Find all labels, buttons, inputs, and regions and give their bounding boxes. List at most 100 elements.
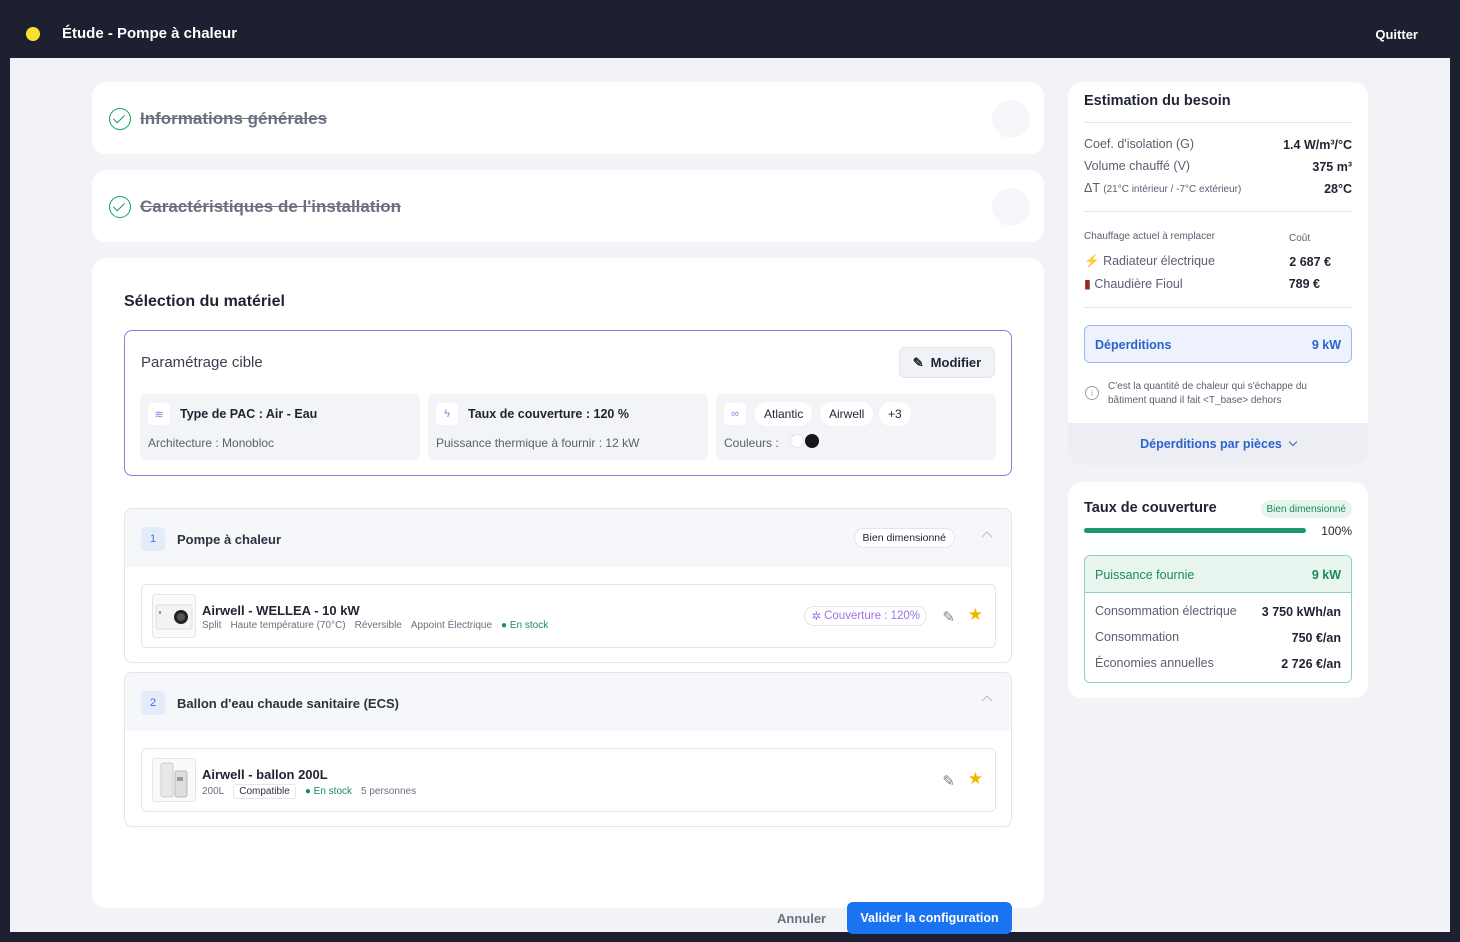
heating-cost: 789 €	[1288, 277, 1320, 291]
step-action-button[interactable]	[992, 100, 1030, 138]
delta-t-label: ΔT (21°C intérieur / -7°C extérieur)	[1084, 181, 1242, 195]
heat-pump-group: 1 Pompe à chaleur Bien dimensionné Airwe…	[124, 508, 1012, 663]
status-badge: Bien dimensionné	[853, 528, 955, 548]
info-icon: i	[1085, 386, 1099, 400]
star-icon[interactable]: ★	[968, 605, 983, 625]
consumption-value: 750 €/an	[1291, 631, 1341, 645]
product-card[interactable]: Airwell - WELLEA - 10 kW Split Haute tem…	[141, 584, 996, 648]
chevron-up-icon[interactable]	[981, 531, 993, 543]
modify-button[interactable]: ✎ Modifier	[899, 347, 995, 378]
deperditions-by-room-toggle[interactable]: Déperditions par pièces	[1068, 423, 1368, 465]
target-settings-panel: Paramétrage cible ✎ Modifier ≋ Type de P…	[124, 330, 1012, 476]
coverage-rate-tile: ϟ Taux de couverture : 120 % Puissance t…	[428, 394, 708, 460]
top-bar: Étude - Pompe à chaleur Quitter	[0, 0, 1460, 58]
toggle-label: Déperditions par pièces	[1140, 437, 1282, 451]
color-swatch-black[interactable]	[805, 434, 819, 448]
power-header: Puissance fournie 9 kW	[1085, 556, 1351, 593]
volume-label: Volume chauffé (V)	[1084, 159, 1191, 173]
brands-tile: ∞ Atlantic Airwell +3 Couleurs :	[716, 394, 996, 460]
divider	[1084, 122, 1352, 123]
quit-button[interactable]: Quitter	[1375, 27, 1418, 42]
group-header[interactable]: 2 Ballon d'eau chaude sanitaire (ECS)	[125, 673, 1011, 731]
edit-icon[interactable]: ✎	[942, 772, 955, 790]
section-title: Sélection du matériel	[124, 293, 285, 310]
water-heater-group: 2 Ballon d'eau chaude sanitaire (ECS) Ai…	[124, 672, 1012, 827]
needs-estimate-card: Estimation du besoin Coef. d'isolation (…	[1068, 82, 1368, 465]
delta-t-value: 28°C	[1324, 182, 1352, 196]
cost-header: Coût	[1289, 233, 1311, 244]
stock-status: ● En stock	[501, 620, 549, 631]
coverage-label: Couverture : 120%	[824, 610, 920, 622]
equipment-selection-card: Sélection du matériel Paramétrage cible …	[92, 258, 1044, 934]
heating-cost: 2 687 €	[1289, 255, 1331, 269]
step-title: Caractéristiques de l'installation	[140, 197, 402, 216]
insulation-label: Coef. d'isolation (G)	[1084, 137, 1195, 151]
brand-more-pill[interactable]: +3	[879, 402, 911, 426]
chevron-up-icon[interactable]	[981, 695, 993, 707]
insulation-value: 1.4 W/m³/°C	[1283, 138, 1352, 152]
product-tag: Réversible	[354, 620, 402, 631]
step-action-button[interactable]	[992, 188, 1030, 226]
savings-value: 2 726 €/an	[1281, 657, 1341, 671]
pac-type-tile: ≋ Type de PAC : Air - Eau Architecture :…	[140, 394, 420, 460]
chevron-down-icon	[1288, 437, 1298, 447]
validate-button[interactable]: Valider la configuration	[847, 902, 1012, 934]
page-title: Étude - Pompe à chaleur	[62, 25, 238, 42]
heating-header: Chauffage actuel à remplacer	[1084, 231, 1216, 242]
divider	[1084, 211, 1352, 212]
modify-label: Modifier	[930, 355, 982, 370]
status-dot-icon	[26, 27, 40, 41]
product-card[interactable]: Airwell - ballon 200L 200L Compatible ● …	[141, 748, 996, 812]
app-window: Étude - Pompe à chaleur Quitter Informat…	[0, 0, 1460, 942]
wind-icon: ≋	[148, 403, 170, 425]
coverage-card: Taux de couverture Bien dimensionné 100%…	[1068, 482, 1368, 698]
group-number: 1	[141, 527, 165, 551]
deperditions-box: Déperditions 9 kW	[1084, 325, 1352, 363]
color-swatch-white[interactable]	[790, 434, 804, 448]
product-tag: Appoint Électrique	[410, 620, 493, 631]
group-title: Ballon d'eau chaude sanitaire (ECS)	[177, 696, 399, 711]
persons-tag: 5 personnes	[361, 786, 417, 797]
divider	[1084, 307, 1352, 308]
coverage-progress-bar	[1084, 528, 1306, 533]
volume-value: 375 m³	[1312, 160, 1352, 174]
step-installation[interactable]: Caractéristiques de l'installation	[92, 170, 1044, 242]
brand-pill[interactable]: Atlantic	[755, 402, 813, 426]
product-tag: Haute température (70°C)	[230, 620, 346, 631]
product-name: Airwell - WELLEA - 10 kW	[202, 603, 360, 618]
heating-item: ⚡ Radiateur électrique	[1084, 254, 1215, 268]
tile-sub: Architecture : Monobloc	[148, 436, 275, 450]
status-badge: Bien dimensionné	[1260, 500, 1352, 518]
colors-label: Couleurs :	[724, 436, 779, 450]
star-icon[interactable]: ★	[968, 769, 983, 789]
tile-label: Type de PAC : Air - Eau	[180, 407, 318, 421]
card-title: Taux de couverture	[1084, 500, 1217, 516]
tile-label: Taux de couverture : 120 %	[468, 407, 629, 421]
coverage-pill: ✲ Couverture : 120%	[804, 606, 927, 626]
boiler-icon: ▮	[1084, 277, 1091, 291]
step-general-info[interactable]: Informations générales	[92, 82, 1044, 154]
edit-icon[interactable]: ✎	[942, 608, 955, 626]
deperditions-value: 9 kW	[1311, 338, 1341, 352]
sparkle-icon: ✲	[811, 611, 822, 623]
brand-pill[interactable]: Airwell	[820, 402, 874, 426]
stock-status: ● En stock	[304, 786, 353, 797]
consumption-elec-label: Consommation électrique	[1095, 604, 1237, 618]
tag-icon: ∞	[724, 403, 746, 425]
cancel-button[interactable]: Annuler	[777, 911, 826, 926]
product-image	[152, 594, 196, 638]
deperditions-label: Déperditions	[1095, 338, 1172, 352]
power-label: Puissance fournie	[1095, 568, 1195, 582]
tile-sub: Puissance thermique à fournir : 12 kW	[436, 436, 640, 450]
group-number: 2	[141, 691, 165, 715]
power-box: Puissance fournie 9 kW Consommation élec…	[1084, 555, 1352, 683]
product-tag: Split	[202, 620, 222, 631]
savings-label: Économies annuelles	[1095, 656, 1214, 670]
heating-item: ▮ Chaudière Fioul	[1084, 277, 1183, 291]
product-size: 200L	[202, 786, 225, 797]
power-value: 9 kW	[1311, 568, 1341, 582]
panel-title: Paramétrage cible	[141, 354, 263, 371]
product-name: Airwell - ballon 200L	[202, 767, 328, 782]
bolt-icon: ϟ	[436, 403, 458, 425]
group-header[interactable]: 1 Pompe à chaleur Bien dimensionné	[125, 509, 1011, 567]
